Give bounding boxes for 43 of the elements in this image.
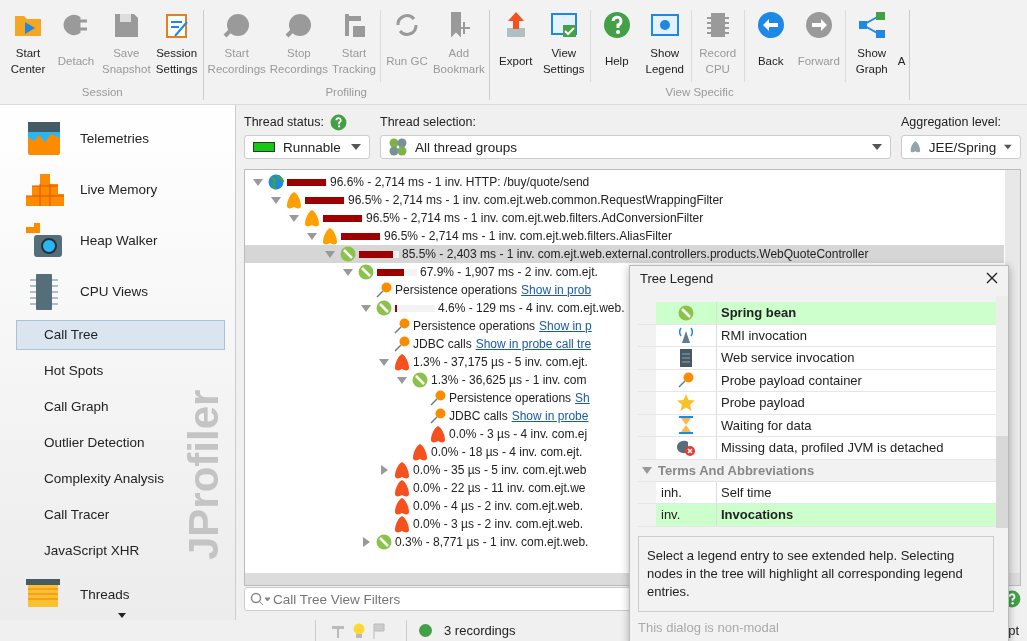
tree-node-text: 96.5% - 2,714 ms - 1 inv. com.ejt.web.common.RequestWrappingFilter	[348, 193, 724, 207]
term-meaning: Invocations	[717, 504, 996, 526]
tree-node-text: 96.5% - 2,714 ms - 1 inv. com.ejt.web.filters.AliasFilter	[384, 229, 672, 243]
tree-node-text: 4.6% - 129 ms - 4 inv. com.ejt.web.	[438, 301, 625, 315]
tree-node-text: 0.0% - 35 µs - 5 inv. com.ejt.web	[413, 463, 587, 477]
help-text: Select a legend entry to see extended help. Selecting nodes in the tree will highlight all corresponding legend entries.	[638, 536, 994, 612]
tree-node-text: 96.5% - 2,714 ms - 1 inv. com.ejt.web.filters.AdConversionFilter	[366, 211, 704, 225]
field-label: Aggregation level:	[901, 115, 1002, 129]
legend-entry-label: Web service invocation	[717, 347, 996, 369]
tree-node-text: 0.3% - 8,771 µs - 1 inv. com.ejt.web.	[395, 535, 589, 549]
tree-node-text: 0.0% - 3 µs - 4 inv. com.ej	[449, 427, 588, 441]
dialog-note: This dialog is non-modal	[637, 619, 780, 635]
tree-node-text: Persistence operations	[413, 319, 536, 333]
dialog-title: Tree Legend	[640, 270, 714, 286]
tree-node-text: 0.0% - 3 µs - 2 inv. com.ejt.web.	[413, 517, 584, 531]
legend-entry-label: Waiting for data	[717, 414, 996, 436]
legend-entry-label: Probe payload container	[717, 369, 996, 391]
tree-node-text: 1.3% - 37,175 µs - 5 inv. com.ejt.	[413, 355, 588, 369]
legend-entry-label: Probe payload	[717, 392, 996, 414]
tree-node-text: JDBC calls	[449, 409, 508, 423]
term: inh.	[656, 481, 717, 503]
term-meaning: Self time	[717, 481, 996, 503]
tree-node-text: 0.0% - 18 µs - 4 inv. com.ejt.	[431, 445, 583, 459]
toolbar-group-label: Session	[81, 86, 123, 98]
legend-entry-label: Missing data, profiled JVM is detached	[717, 437, 996, 459]
toolbar-group-label: View Specific	[665, 86, 734, 98]
tree-node-text: Persistence operations	[449, 391, 572, 405]
tree-node-text: 96.6% - 2,714 ms - 1 inv. HTTP: /buy/quote/send	[330, 175, 590, 189]
tree-node-text: 0.0% - 22 µs - 11 inv. com.ejt.we	[413, 481, 586, 495]
legend-entry-label: RMI invocation	[717, 324, 996, 346]
tree-node-text: Persistence operations	[395, 283, 518, 297]
tree-node-text: 85.5% - 2,403 ms - 1 inv. com.ejt.web.external.controllers.products.WebQuoteController	[402, 247, 869, 261]
field-label: Thread selection:	[380, 115, 476, 129]
tree-node-text: 1.3% - 36,625 µs - 1 inv. com	[431, 373, 587, 387]
toolbar-group-label: Profiling	[325, 86, 367, 98]
tree-node-text: 0.0% - 4 µs - 2 inv. com.ejt.web.	[413, 499, 584, 513]
term: inv.	[656, 504, 717, 526]
tree-node-text: 67.9% - 1,907 ms - 2 inv. com.ejt.	[420, 265, 598, 279]
tree-node-text: JDBC calls	[413, 337, 472, 351]
legend-entry-label: Spring bean	[717, 302, 996, 324]
field-label: Thread status:	[244, 115, 324, 129]
recordings-count: 3 recordings	[444, 623, 516, 638]
status-text: pt	[1008, 623, 1019, 638]
